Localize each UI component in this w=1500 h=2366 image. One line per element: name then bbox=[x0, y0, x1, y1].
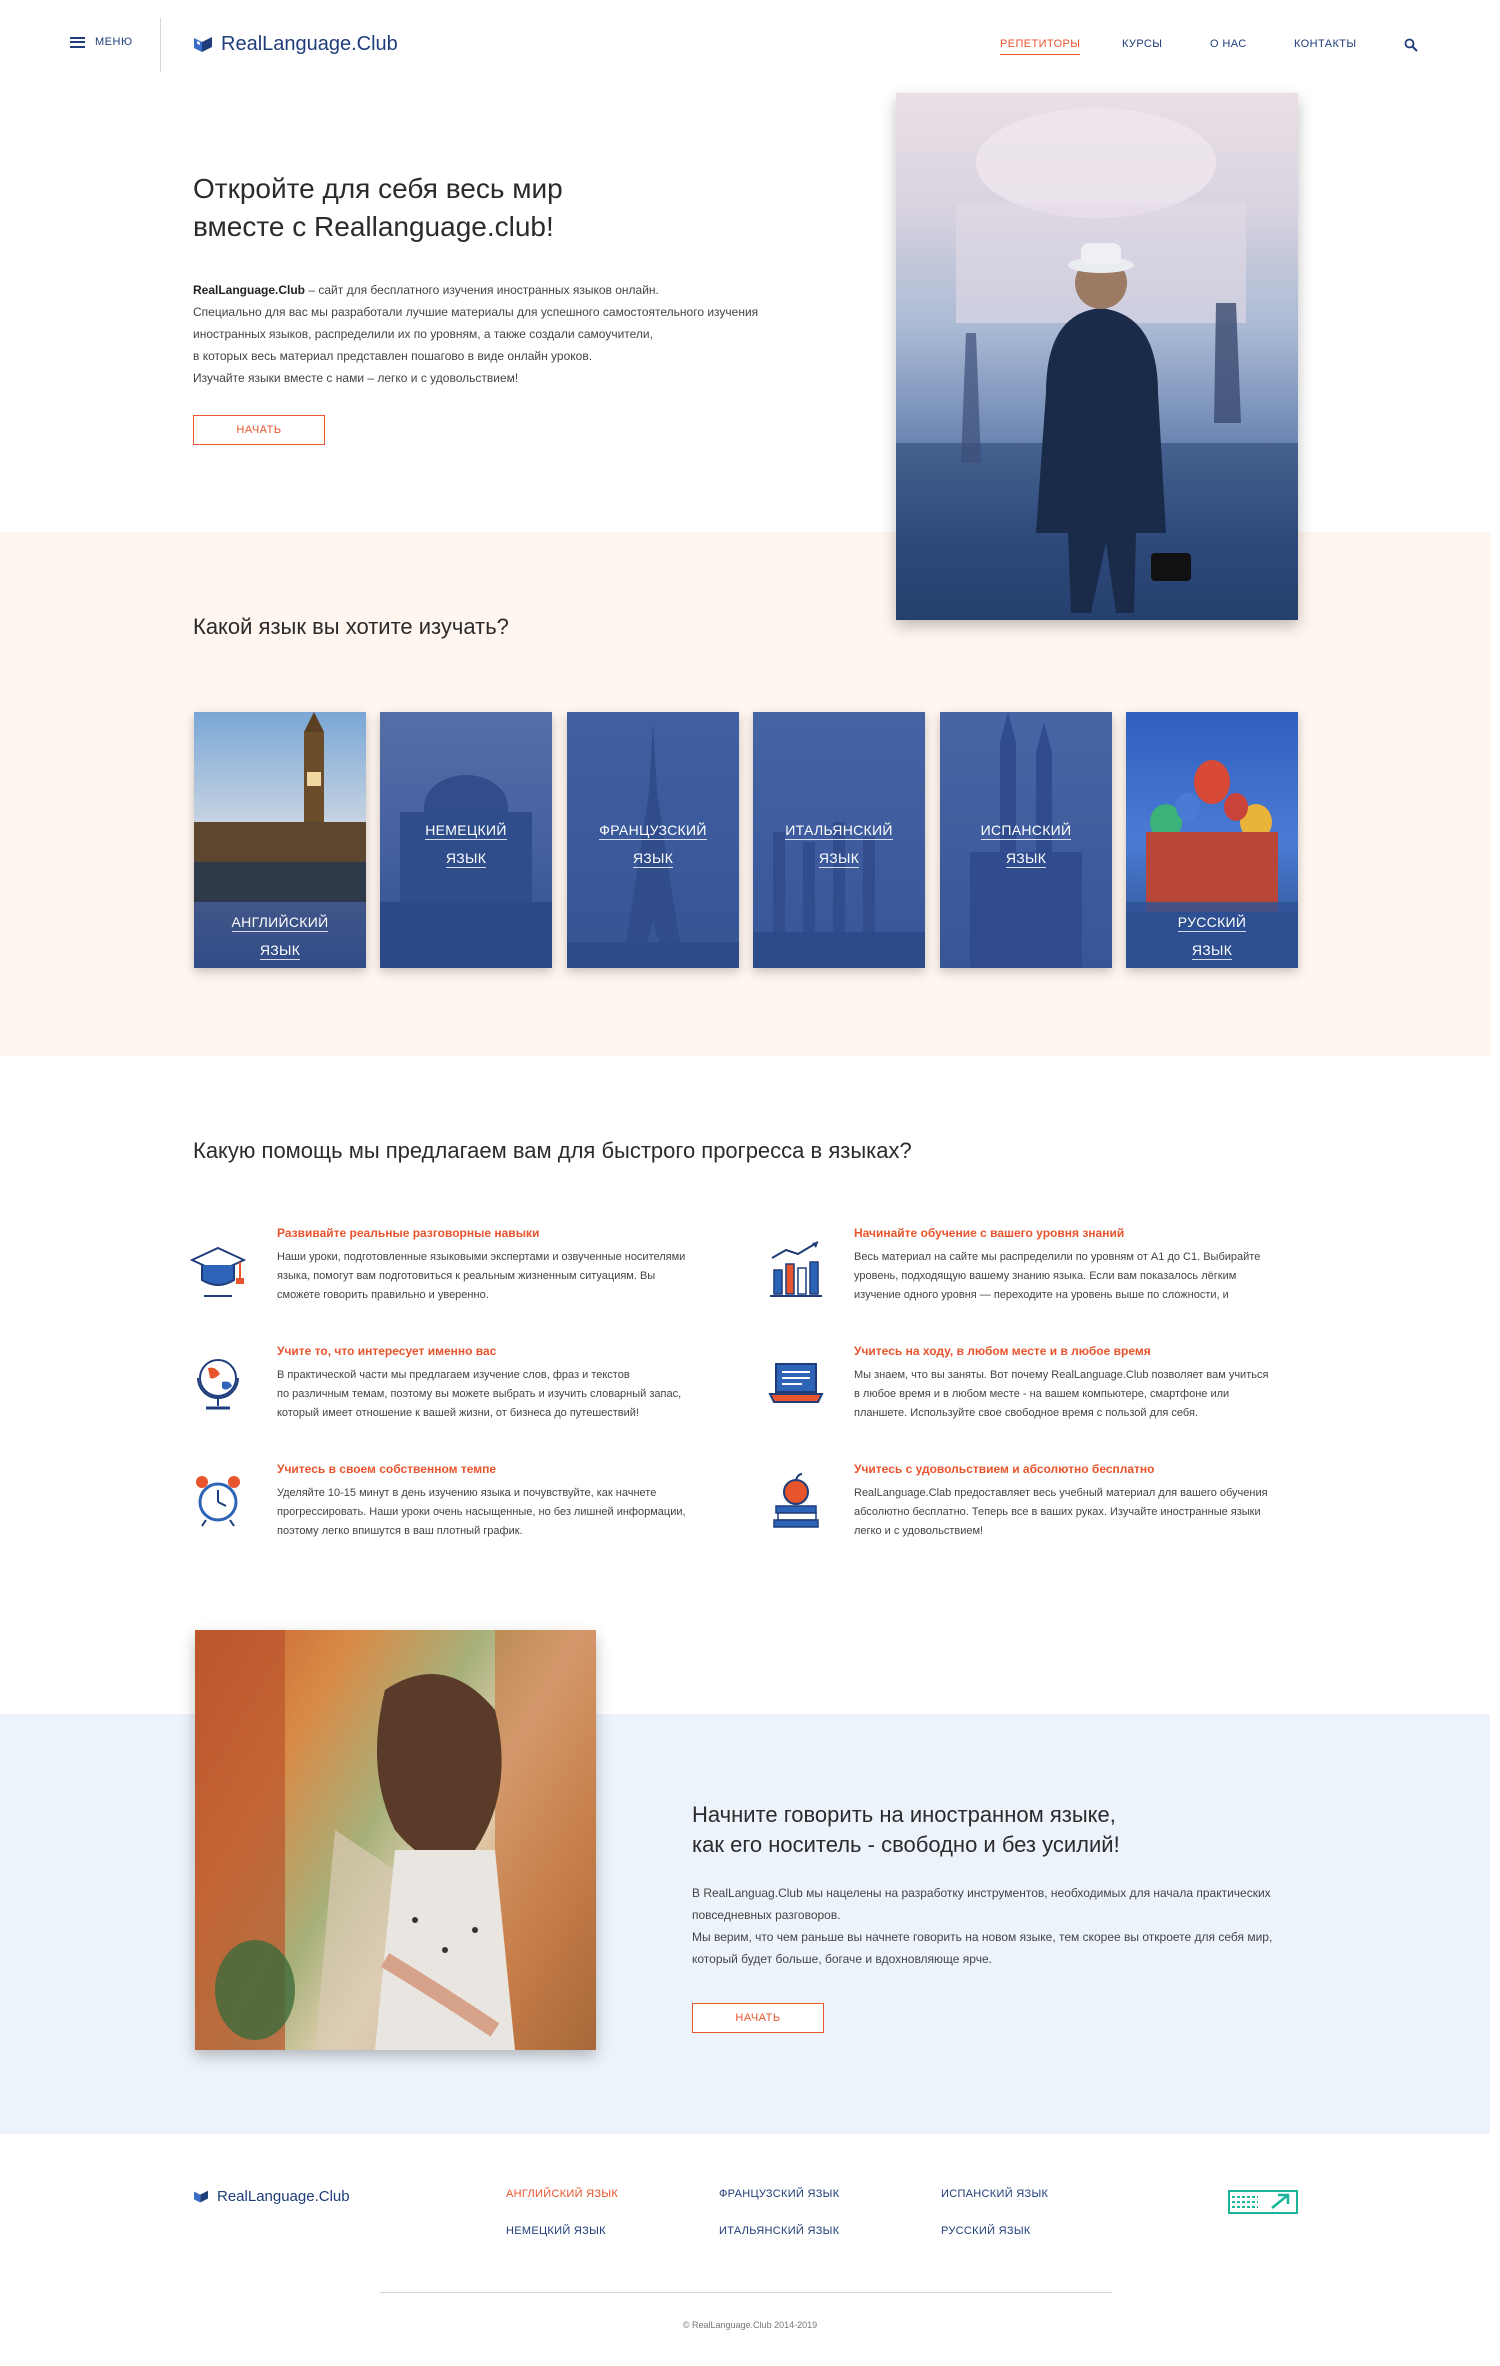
search-icon[interactable] bbox=[1404, 38, 1418, 52]
menu-label: МЕНЮ bbox=[95, 36, 133, 48]
feature-text: Весь материал на сайте мы распределили п… bbox=[854, 1251, 1261, 1301]
logo-icon bbox=[194, 36, 212, 52]
copyright: © RealLanguage.Club 2014-2019 bbox=[682, 2320, 818, 2330]
studio-badge-icon[interactable] bbox=[1228, 2190, 1298, 2214]
nav-courses[interactable]: КУРСЫ bbox=[1122, 38, 1162, 50]
feature-title: Учите то, что интересует именно вас bbox=[277, 1344, 497, 1358]
language-card-french[interactable]: ФРАНЦУЗСКИЙ ЯЗЫК bbox=[567, 712, 739, 968]
hero-title: Откройте для себя весь мир вместе с Real… bbox=[193, 173, 563, 242]
language-card-label: ИСПАНСКИЙ ЯЗЫК bbox=[980, 822, 1072, 868]
footer-link-english[interactable]: АНГЛИЙСКИЙ ЯЗЫК bbox=[506, 2188, 618, 2200]
feature-text: В практической части мы предлагаем изуче… bbox=[277, 1369, 682, 1419]
hamburger-icon bbox=[70, 36, 85, 48]
language-card-label: АНГЛИЙСКИЙ ЯЗЫК bbox=[231, 914, 329, 960]
feature-title: Начинайте обучение с вашего уровня знани… bbox=[854, 1226, 1125, 1240]
apple-books-icon bbox=[773, 1473, 819, 1528]
languages-title: Какой язык вы хотите изучать? bbox=[193, 614, 509, 639]
language-card-label: ФРАНЦУЗСКИЙ ЯЗЫК bbox=[599, 822, 707, 868]
talk-description: В RealLanguag.Club мы нацелены на разраб… bbox=[692, 1886, 1273, 1966]
nav-contacts[interactable]: КОНТАКТЫ bbox=[1294, 38, 1357, 50]
alarm-clock-icon bbox=[196, 1476, 240, 1527]
books-chart-icon bbox=[770, 1241, 822, 1297]
help-title: Какую помощь мы предлагаем вам для быстр… bbox=[193, 1138, 912, 1163]
footer-logo-text: RealLanguage.Club bbox=[217, 2188, 350, 2205]
footer-link-spanish[interactable]: ИСПАНСКИЙ ЯЗЫК bbox=[941, 2188, 1048, 2200]
language-card-english[interactable]: АНГЛИЙСКИЙ ЯЗЫК bbox=[194, 712, 366, 968]
footer-link-italian[interactable]: ИТАЛЬЯНСКИЙ ЯЗЫК bbox=[719, 2225, 839, 2237]
language-card-label: ИТАЛЬЯНСКИЙ ЯЗЫК bbox=[785, 822, 893, 868]
hero-description: RealLanguage.Club – сайт для бесплатного… bbox=[193, 283, 759, 385]
language-card-label: РУССКИЙ ЯЗЫК bbox=[1177, 914, 1247, 960]
footer-link-german[interactable]: НЕМЕЦКИЙ ЯЗЫК bbox=[506, 2225, 606, 2237]
feature-text: Наши уроки, подготовленные языковыми экс… bbox=[277, 1251, 686, 1301]
language-card-german[interactable]: НЕМЕЦКИЙ ЯЗЫК bbox=[380, 712, 552, 968]
menu-button[interactable]: МЕНЮ bbox=[70, 36, 133, 48]
nav-about[interactable]: О НАС bbox=[1210, 38, 1247, 50]
laptop-icon bbox=[768, 1363, 824, 1403]
footer-link-russian[interactable]: РУССКИЙ ЯЗЫК bbox=[941, 2225, 1031, 2237]
language-card-russian[interactable]: РУССКИЙ ЯЗЫК bbox=[1126, 712, 1298, 968]
footer-divider bbox=[380, 2292, 1112, 2293]
language-card-spanish[interactable]: ИСПАНСКИЙ ЯЗЫК bbox=[940, 712, 1112, 968]
footer-link-french[interactable]: ФРАНЦУЗСКИЙ ЯЗЫК bbox=[719, 2188, 839, 2200]
feature-title: Учитесь на ходу, в любом месте и в любое… bbox=[854, 1344, 1151, 1358]
feature-text: Уделяйте 10-15 минут в день изучению язы… bbox=[277, 1487, 686, 1537]
feature-title: Учитесь с удовольствием и абсолютно бесп… bbox=[854, 1462, 1155, 1476]
hero-photo-traveler bbox=[896, 93, 1298, 620]
logo-icon bbox=[194, 2190, 208, 2202]
header-divider bbox=[160, 18, 161, 72]
talk-start-button[interactable]: НАЧАТЬ bbox=[692, 2003, 824, 2033]
feature-title: Учитесь в своем собственном темпе bbox=[277, 1462, 497, 1476]
feature-text: RealLanguage.Clab предоставляет весь уче… bbox=[854, 1487, 1268, 1537]
graduation-cap-icon bbox=[190, 1246, 246, 1297]
feature-text: Мы знаем, что вы заняты. Вот почему Real… bbox=[854, 1369, 1269, 1419]
header-logo[interactable]: RealLanguage.Club bbox=[193, 33, 398, 56]
talk-photo-girl bbox=[195, 1630, 596, 2050]
language-card-italian[interactable]: ИТАЛЬЯНСКИЙ ЯЗЫК bbox=[753, 712, 925, 968]
feature-title: Развивайте реальные разговорные навыки bbox=[277, 1226, 540, 1240]
logo-text: RealLanguage.Club bbox=[221, 33, 398, 55]
talk-title: Начните говорить на иностранном языке, к… bbox=[692, 1802, 1120, 1857]
nav-tutors[interactable]: РЕПЕТИТОРЫ bbox=[1000, 38, 1081, 55]
hero-brand: RealLanguage.Club bbox=[193, 283, 306, 297]
hero-start-button[interactable]: НАЧАТЬ bbox=[193, 415, 325, 445]
footer-logo[interactable]: RealLanguage.Club bbox=[193, 2188, 350, 2205]
language-card-label: НЕМЕЦКИЙ ЯЗЫК bbox=[425, 822, 507, 868]
globe-icon bbox=[197, 1359, 239, 1410]
